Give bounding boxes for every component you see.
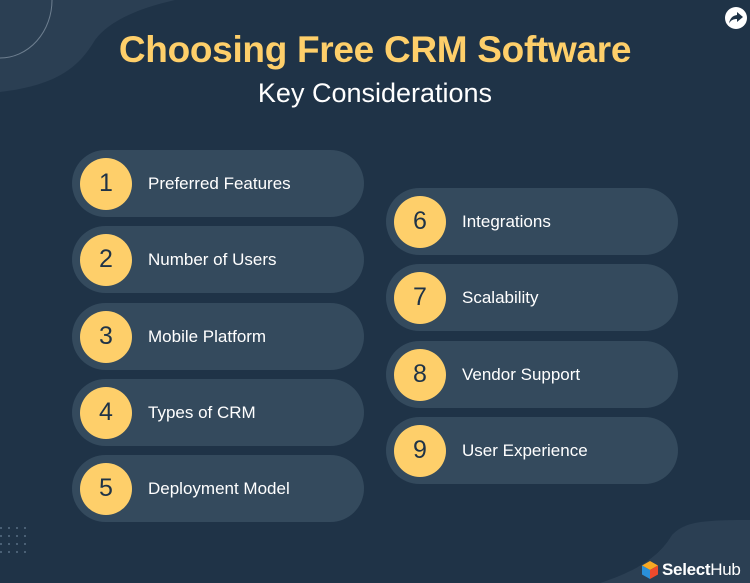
- item-label: Mobile Platform: [148, 326, 267, 346]
- item-number-badge: 7: [394, 271, 446, 324]
- item-label: Scalability: [462, 287, 539, 307]
- brand-name: SelectHub: [662, 560, 741, 580]
- item-number-badge: 4: [80, 386, 132, 439]
- brand-name-bold: Select: [662, 560, 711, 579]
- selecthub-cube-logo-icon: [642, 561, 658, 579]
- share-arrow-icon: [729, 12, 743, 24]
- consideration-item-8: 8 Vendor Support: [386, 341, 678, 408]
- page-title: Choosing Free CRM Software: [118, 29, 632, 70]
- consideration-item-2: 2 Number of Users: [72, 226, 364, 293]
- item-label: Vendor Support: [462, 364, 581, 384]
- consideration-item-1: 1 Preferred Features: [72, 150, 364, 217]
- consideration-item-4: 4 Types of CRM: [72, 379, 364, 446]
- item-number-badge: 5: [80, 462, 132, 515]
- item-label: Integrations: [462, 211, 551, 231]
- item-label: Types of CRM: [148, 402, 256, 422]
- consideration-item-5: 5 Deployment Model: [72, 455, 364, 522]
- item-number-badge: 6: [394, 195, 446, 248]
- item-label: Preferred Features: [148, 173, 291, 193]
- consideration-item-7: 7 Scalability: [386, 264, 678, 331]
- consideration-item-9: 9 User Experience: [386, 417, 678, 484]
- share-button[interactable]: [725, 7, 747, 29]
- item-number-badge: 1: [80, 157, 132, 210]
- item-number-badge: 9: [394, 424, 446, 477]
- item-label: User Experience: [462, 440, 588, 460]
- infographic-canvas: Choosing Free CRM Software Key Considera…: [0, 0, 750, 583]
- item-number-badge: 2: [80, 233, 132, 286]
- item-number-badge: 8: [394, 348, 446, 401]
- consideration-item-6: 6 Integrations: [386, 188, 678, 255]
- page-subtitle: Key Considerations: [257, 78, 493, 108]
- brand-name-light: Hub: [710, 560, 741, 579]
- selecthub-logo: SelectHub: [642, 560, 741, 580]
- item-label: Number of Users: [148, 249, 277, 269]
- item-label: Deployment Model: [148, 478, 290, 498]
- dot-grid: [0, 527, 26, 553]
- item-number-badge: 3: [80, 310, 132, 363]
- consideration-item-3: 3 Mobile Platform: [72, 303, 364, 370]
